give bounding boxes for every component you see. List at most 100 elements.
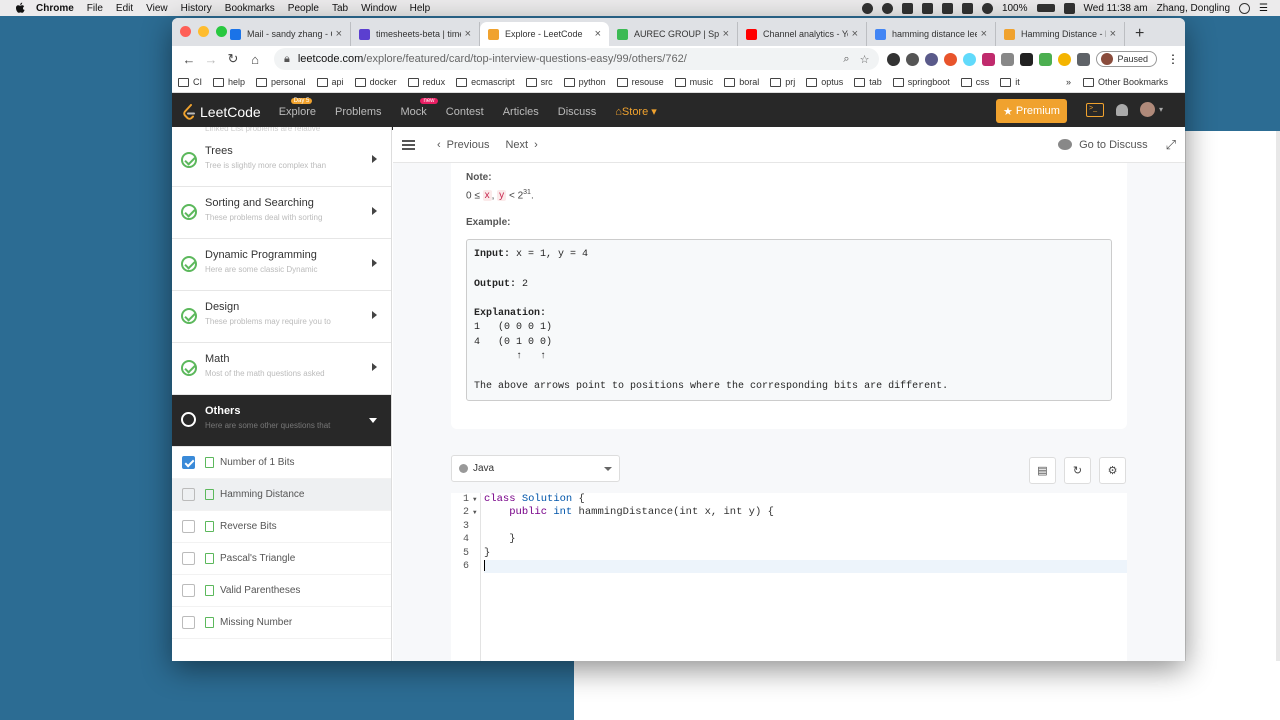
- close-tab-icon[interactable]: ×: [723, 28, 729, 40]
- camera-icon[interactable]: [1001, 52, 1015, 66]
- close-tab-icon[interactable]: ×: [465, 28, 471, 40]
- menu-help[interactable]: Help: [410, 3, 431, 14]
- nav-articles[interactable]: Articles: [503, 106, 539, 118]
- question-reverse-bits[interactable]: Reverse Bits: [172, 511, 391, 543]
- chapter-math[interactable]: Math Most of the math questions asked: [172, 343, 391, 395]
- bookmark-help[interactable]: help: [213, 77, 245, 87]
- clock[interactable]: Wed 11:38 am: [1084, 3, 1148, 14]
- other-bookmarks[interactable]: Other Bookmarks: [1082, 77, 1168, 87]
- premium-button[interactable]: ★ Premium: [996, 99, 1067, 123]
- tab-explore-leetcode[interactable]: Explore - LeetCode ×: [480, 22, 609, 46]
- bookmark-personal[interactable]: personal: [256, 77, 306, 87]
- extension-3-icon[interactable]: [925, 52, 939, 66]
- address-bar[interactable]: 🔒︎ leetcode.com/explore/featured/card/to…: [274, 48, 880, 70]
- extension-8-icon[interactable]: [1058, 52, 1072, 66]
- bookmark-resouse[interactable]: resouse: [616, 77, 664, 87]
- bookmark-springboot[interactable]: springboot: [892, 77, 950, 87]
- go-to-discuss-button[interactable]: Go to Discuss: [1058, 139, 1148, 151]
- nav-discuss[interactable]: Discuss: [558, 106, 597, 118]
- minimize-window-button[interactable]: [198, 26, 209, 37]
- bookmark-python[interactable]: python: [563, 77, 606, 87]
- question-pascals-triangle[interactable]: Pascal's Triangle: [172, 543, 391, 575]
- language-select[interactable]: Java: [451, 455, 620, 482]
- timer-icon[interactable]: [941, 2, 953, 14]
- close-tab-icon[interactable]: ×: [336, 28, 342, 40]
- code-editor[interactable]: 1 ▼ 2 ▼ 3 4 5 6 class Solution { public in…: [451, 493, 1127, 661]
- menu-file[interactable]: File: [87, 3, 103, 14]
- back-icon[interactable]: ←: [178, 52, 200, 67]
- battery-icon[interactable]: [1036, 4, 1055, 12]
- extension-6-icon[interactable]: [1020, 52, 1034, 66]
- user-name[interactable]: Zhang, Dongling: [1157, 3, 1230, 14]
- leetcode-logo[interactable]: LeetCode: [182, 103, 261, 120]
- close-tab-icon[interactable]: ×: [595, 28, 601, 40]
- nav-mock[interactable]: Mock new: [400, 97, 438, 118]
- bookmark-redux[interactable]: redux: [407, 77, 445, 87]
- settings-button[interactable]: ⚙: [1099, 457, 1126, 484]
- notes-button[interactable]: ▤: [1029, 457, 1056, 484]
- previous-button[interactable]: ‹ Previous: [437, 139, 489, 151]
- menu-tab[interactable]: Tab: [332, 3, 348, 14]
- completed-checkbox[interactable]: [182, 552, 195, 565]
- react-devtools-icon[interactable]: [963, 52, 977, 66]
- home-icon[interactable]: ⌂: [244, 52, 266, 67]
- completed-checkbox[interactable]: [182, 616, 195, 629]
- chevron-down-icon[interactable]: ▾: [1159, 105, 1163, 114]
- star-icon[interactable]: ☆: [860, 53, 870, 66]
- completed-checkbox[interactable]: [182, 456, 195, 469]
- chapter-others[interactable]: Others Here are some other questions that: [172, 395, 391, 447]
- menu-view[interactable]: View: [146, 3, 168, 14]
- question-valid-parentheses[interactable]: Valid Parentheses: [172, 575, 391, 607]
- tab-mail[interactable]: Mail - sandy zhang - O ×: [222, 22, 351, 46]
- bookmark-api[interactable]: api: [316, 77, 344, 87]
- chapter-dynamic-programming[interactable]: Dynamic Programming Here are some classic…: [172, 239, 391, 291]
- control-center-icon[interactable]: ☰: [1259, 3, 1268, 14]
- code-area[interactable]: class Solution { public int hammingDista…: [484, 493, 1127, 574]
- extension-7-icon[interactable]: [1039, 52, 1053, 66]
- notifications-icon[interactable]: [1116, 103, 1128, 116]
- tab-timesheets[interactable]: timesheets-beta | time ×: [351, 22, 480, 46]
- next-button[interactable]: Next ›: [505, 139, 537, 151]
- bookmarks-overflow-button[interactable]: »: [1066, 77, 1071, 87]
- record-icon[interactable]: [861, 2, 873, 14]
- menu-people[interactable]: People: [288, 3, 319, 14]
- sync-icon[interactable]: [881, 2, 893, 14]
- menu-bookmarks[interactable]: Bookmarks: [225, 3, 275, 14]
- reload-icon[interactable]: ↻: [222, 51, 244, 67]
- close-tab-icon[interactable]: ×: [981, 28, 987, 40]
- fold-arrow-icon[interactable]: ▼: [473, 506, 477, 519]
- playground-icon[interactable]: >_: [1086, 102, 1104, 117]
- chapter-design[interactable]: Design These problems may require you to: [172, 291, 391, 343]
- completed-checkbox[interactable]: [182, 488, 195, 501]
- menu-history[interactable]: History: [181, 3, 212, 14]
- extension-5-icon[interactable]: [982, 52, 996, 66]
- new-tab-button[interactable]: +: [1135, 22, 1144, 46]
- apple-icon[interactable]: [14, 2, 26, 14]
- nav-explore[interactable]: Explore Day 5: [279, 97, 316, 118]
- menu-edit[interactable]: Edit: [116, 3, 133, 14]
- bluetooth-icon[interactable]: [961, 2, 973, 14]
- tab-aurec[interactable]: AUREC GROUP | Spec ×: [609, 22, 738, 46]
- bookmark-optus[interactable]: optus: [806, 77, 843, 87]
- bookmark-music[interactable]: music: [674, 77, 713, 87]
- nav-store[interactable]: ⌂Store ▾: [615, 105, 657, 118]
- bookmark-css[interactable]: css: [960, 77, 989, 87]
- question-number-of-1-bits[interactable]: Number of 1 Bits: [172, 447, 391, 479]
- chapter-sorting-searching[interactable]: Sorting and Searching These problems deal…: [172, 187, 391, 239]
- zoom-icon[interactable]: ⌕: [843, 53, 849, 66]
- bookmark-src[interactable]: src: [525, 77, 553, 87]
- extension-4-icon[interactable]: [944, 52, 958, 66]
- cast-icon[interactable]: [921, 2, 933, 14]
- extension-1-icon[interactable]: [887, 52, 901, 66]
- menu-chrome[interactable]: Chrome: [36, 3, 74, 14]
- question-hamming-distance[interactable]: Hamming Distance: [172, 479, 391, 511]
- completed-checkbox[interactable]: [182, 520, 195, 533]
- spotlight-icon[interactable]: [1239, 2, 1251, 14]
- flag-icon[interactable]: [1063, 2, 1075, 14]
- tab-google-search[interactable]: hamming distance leet ×: [867, 22, 996, 46]
- extension-9-icon[interactable]: [1077, 52, 1091, 66]
- close-tab-icon[interactable]: ×: [1110, 28, 1116, 40]
- extension-2-icon[interactable]: [906, 52, 920, 66]
- reset-button[interactable]: ↻: [1064, 457, 1091, 484]
- tab-hamming-distance[interactable]: Hamming Distance - L ×: [996, 22, 1125, 46]
